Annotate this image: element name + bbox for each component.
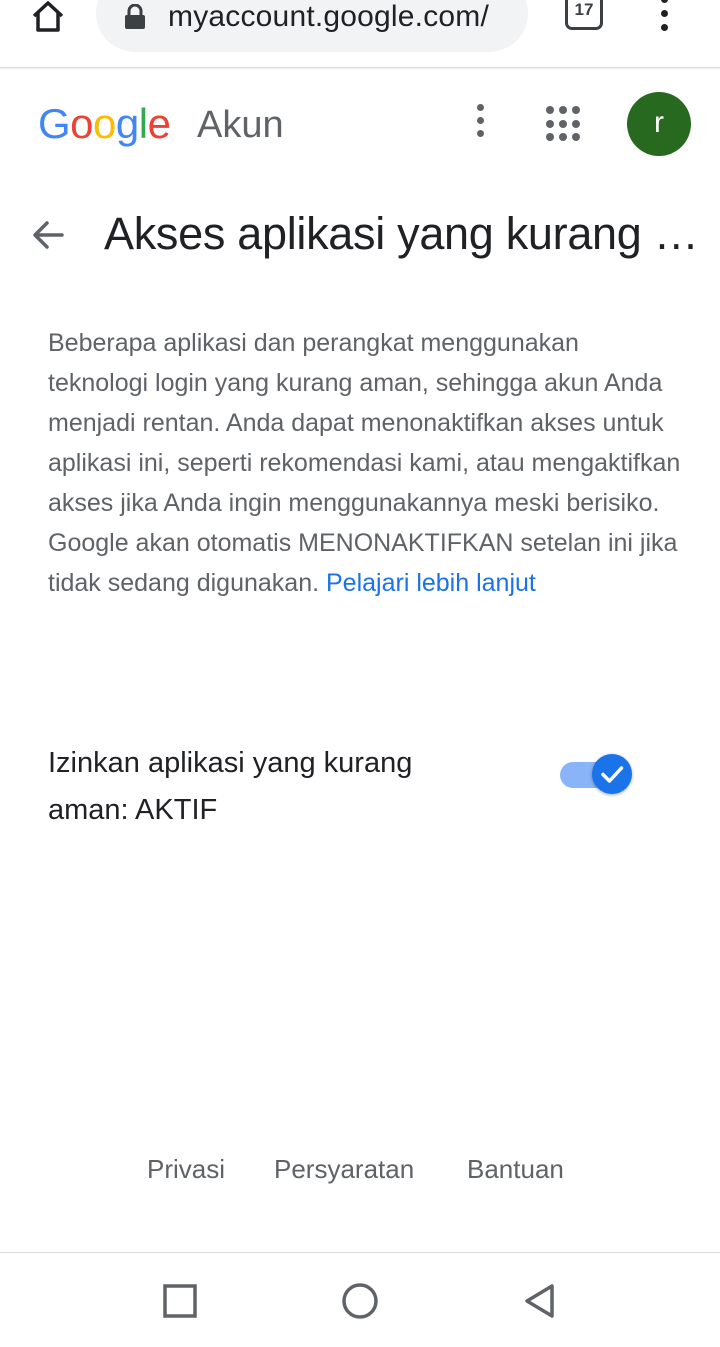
lock-icon (124, 3, 146, 30)
google-logo[interactable]: Google (38, 100, 171, 148)
browser-toolbar: myaccount.google.com/ 17 (0, 0, 720, 68)
recents-icon[interactable] (160, 1281, 200, 1321)
footer-terms-link[interactable]: Persyaratan (274, 1154, 414, 1185)
url-text: myaccount.google.com/ (168, 0, 490, 33)
more-vert-icon[interactable] (652, 0, 676, 32)
description-body: Beberapa aplikasi dan perangkat mengguna… (48, 329, 681, 597)
back-arrow-icon[interactable] (26, 212, 72, 258)
home-icon[interactable] (26, 0, 70, 38)
less-secure-apps-label: Izinkan aplikasi yang kurang aman: AKTIF (48, 747, 413, 826)
product-name: Akun (197, 104, 284, 146)
page-title: Akses aplikasi yang kurang aman (104, 208, 716, 259)
learn-more-link[interactable]: Pelajari lebih lanjut (326, 569, 536, 597)
tab-switcher-button[interactable]: 17 (565, 0, 603, 30)
system-nav-bar (0, 1252, 720, 1347)
footer-help-link[interactable]: Bantuan (467, 1154, 564, 1185)
description-text: Beberapa aplikasi dan perangkat mengguna… (48, 323, 684, 603)
footer: Privasi Persyaratan Bantuan (0, 1154, 720, 1194)
tab-count: 17 (574, 0, 594, 19)
address-bar[interactable]: myaccount.google.com/ (96, 0, 528, 52)
account-header: Google Akun r (0, 70, 720, 180)
apps-grid-icon[interactable] (546, 106, 582, 142)
check-icon (592, 754, 632, 794)
avatar[interactable]: r (627, 92, 691, 156)
back-triangle-icon[interactable] (520, 1281, 560, 1321)
less-secure-apps-toggle[interactable] (558, 754, 634, 796)
home-circle-icon[interactable] (340, 1281, 380, 1321)
more-options-icon[interactable] (468, 104, 492, 144)
footer-privacy-link[interactable]: Privasi (147, 1154, 225, 1185)
